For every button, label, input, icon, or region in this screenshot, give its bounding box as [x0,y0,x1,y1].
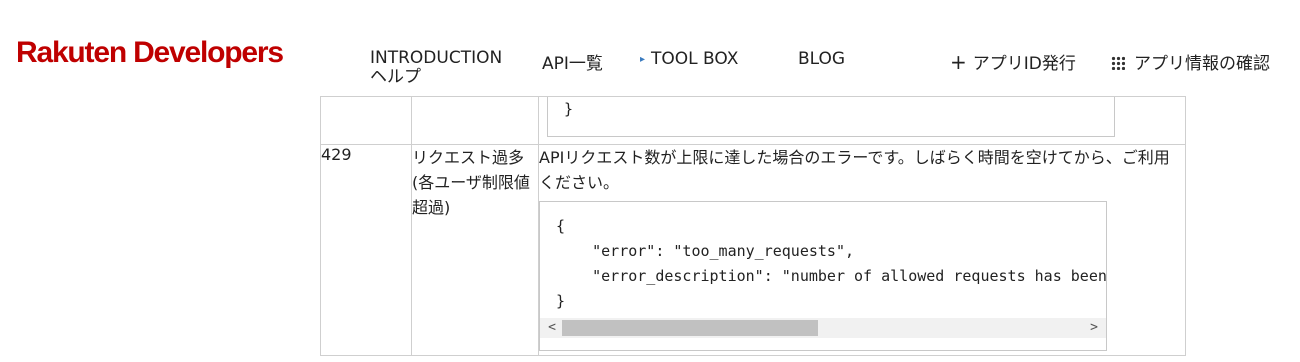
grid-icon [1111,56,1125,70]
error-description-text: APIリクエスト数が上限に達した場合のエラーです。しばらく時間を空けてから、ご利… [539,148,1170,192]
nav-api-list[interactable]: API一覧 [542,49,603,74]
rakuten-developers-logo[interactable]: Rakuten Developers [16,36,284,70]
nav-introduction-label[interactable]: INTRODUCTION [370,49,502,68]
nav-toolbox-label[interactable]: TOOL BOX [651,49,738,69]
code-sample-box: } [547,96,1115,137]
error-code-cell: 429 [320,144,412,356]
table-row: } [320,96,1186,145]
nav-introduction[interactable]: INTRODUCTION ヘルプ [370,49,502,87]
code-sample[interactable]: { "error": "too_many_requests", "error_d… [540,202,1106,314]
code-closing-brace: } [564,100,574,118]
plus-icon: + [950,50,967,74]
table-cell-name [411,96,539,145]
table-row: 429 リクエスト過多 (各ユーザ制限値超過) APIリクエスト数が上限に達した… [320,144,1186,356]
error-description-cell: APIリクエスト数が上限に達した場合のエラーです。しばらく時間を空けてから、ご利… [538,144,1186,356]
nav-app-id-label[interactable]: アプリID発行 [973,54,1076,74]
error-code-table: } 429 リクエスト過多 (各ユーザ制限値超過) APIリクエスト数が上限に達… [320,96,1186,356]
nav-app-id-issue[interactable]: + アプリID発行 [950,49,1076,74]
scroll-right-arrow-icon[interactable]: > [1084,318,1104,338]
table-cell-description: } [538,96,1186,145]
code-sample-box[interactable]: { "error": "too_many_requests", "error_d… [539,201,1107,351]
horizontal-scrollbar[interactable]: < > [540,318,1106,338]
caret-right-icon: ▸ [640,54,646,65]
nav-app-info-label[interactable]: アプリ情報の確認 [1134,54,1270,74]
nav-toolbox[interactable]: ▸ TOOL BOX [640,49,738,69]
error-name-cell: リクエスト過多 (各ユーザ制限値超過) [411,144,539,356]
nav-app-info[interactable]: アプリ情報の確認 [1111,49,1270,74]
table-cell-code [320,96,412,145]
nav-blog[interactable]: BLOG [798,49,845,69]
nav-help-label[interactable]: ヘルプ [370,68,502,87]
scrollbar-thumb[interactable] [562,320,818,336]
scroll-left-arrow-icon[interactable]: < [542,318,562,338]
